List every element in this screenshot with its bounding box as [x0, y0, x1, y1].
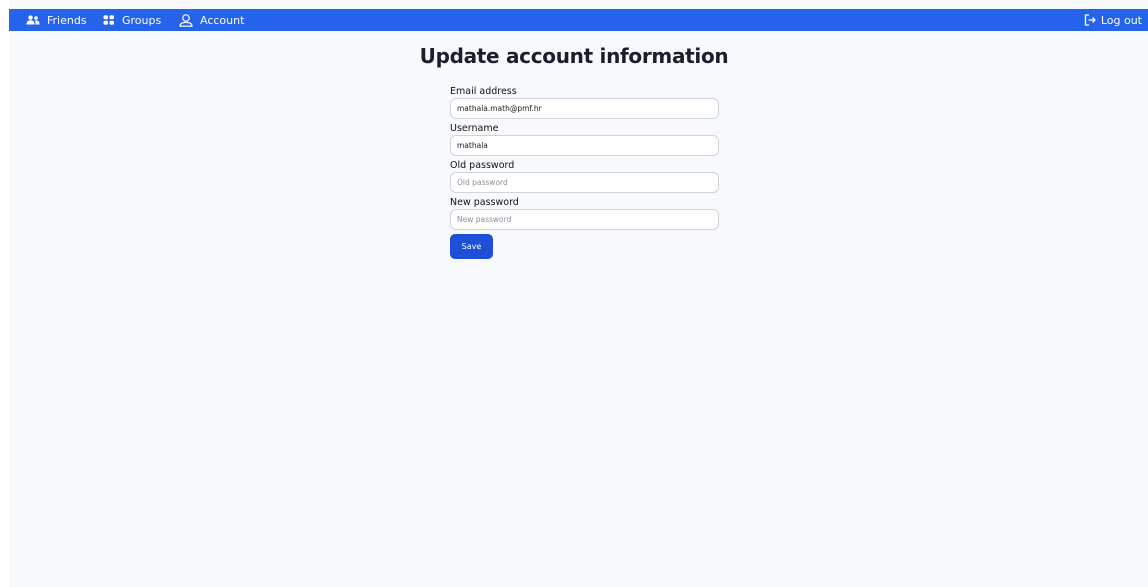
- username-field[interactable]: [450, 135, 719, 156]
- save-button[interactable]: Save: [450, 234, 493, 259]
- nav-account[interactable]: Account: [179, 9, 244, 31]
- email-group: Email address: [450, 86, 719, 119]
- friends-icon: [26, 15, 40, 25]
- nav-groups-label: Groups: [122, 13, 162, 27]
- new-password-label: New password: [450, 197, 519, 208]
- account-form: Email address Username Old password New …: [450, 86, 719, 259]
- old-password-label: Old password: [450, 160, 515, 171]
- username-label: Username: [450, 123, 499, 134]
- email-label: Email address: [450, 86, 517, 97]
- old-password-group: Old password: [450, 160, 719, 193]
- user-icon: [179, 13, 193, 27]
- nav-friends-label: Friends: [47, 13, 87, 27]
- nav-groups[interactable]: Groups: [103, 9, 161, 31]
- nav-account-label: Account: [200, 13, 245, 27]
- username-group: Username: [450, 123, 719, 156]
- nav-logout-label: Log out: [1100, 13, 1142, 27]
- logout-icon: [1084, 14, 1096, 26]
- new-password-field[interactable]: [450, 209, 719, 230]
- top-navbar: Friends Groups Account Log out: [9, 9, 1148, 31]
- page-title: Update account information: [419, 44, 729, 68]
- nav-friends[interactable]: Friends: [26, 9, 87, 31]
- old-password-field[interactable]: [450, 172, 719, 193]
- nav-logout[interactable]: Log out: [1084, 9, 1142, 31]
- email-field[interactable]: [450, 98, 719, 119]
- new-password-group: New password: [450, 197, 719, 230]
- groups-icon: [103, 15, 115, 25]
